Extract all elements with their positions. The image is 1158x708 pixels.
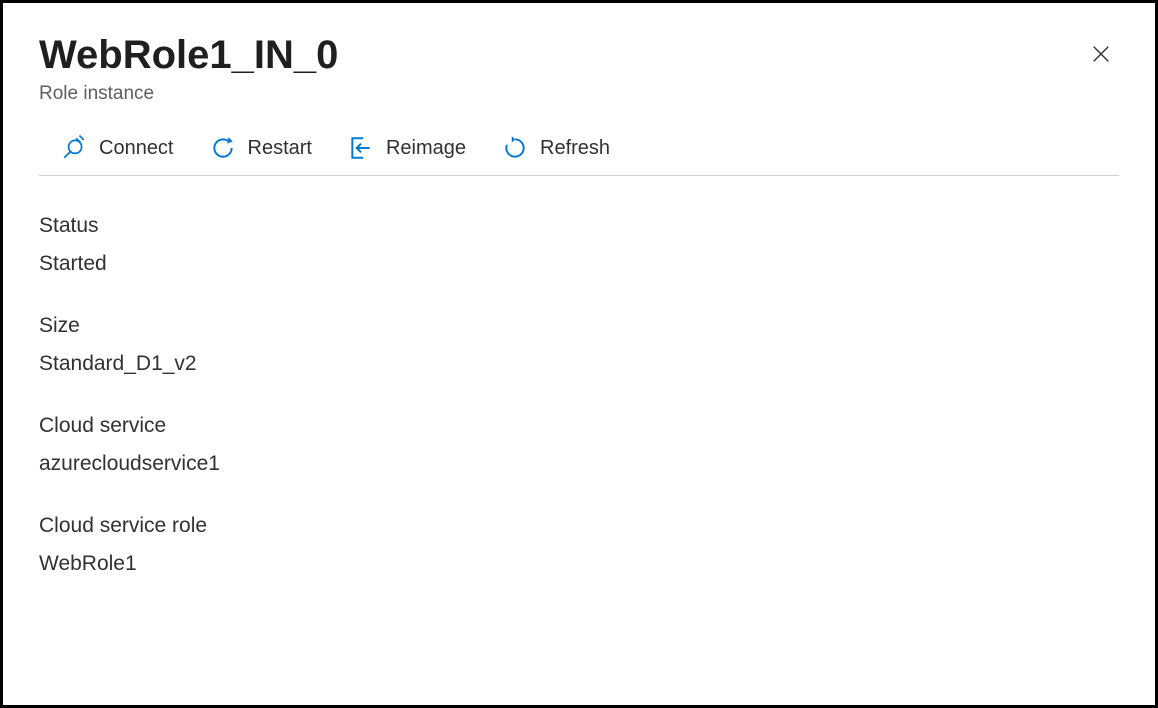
details-section: Status Started Size Standard_D1_v2 Cloud…	[39, 214, 1119, 576]
close-icon	[1090, 43, 1112, 68]
field-status: Status Started	[39, 214, 1119, 276]
refresh-button[interactable]: Refresh	[502, 135, 610, 161]
connect-button[interactable]: Connect	[61, 135, 174, 161]
restart-icon	[210, 135, 236, 161]
field-cloud-service-role: Cloud service role WebRole1	[39, 514, 1119, 576]
field-size: Size Standard_D1_v2	[39, 314, 1119, 376]
title-block: WebRole1_IN_0 Role instance	[39, 31, 338, 105]
refresh-icon	[502, 135, 528, 161]
reimage-icon	[348, 135, 374, 161]
field-cloud-service: Cloud service azurecloudservice1	[39, 414, 1119, 476]
status-value: Started	[39, 252, 1119, 276]
reimage-button[interactable]: Reimage	[348, 135, 466, 161]
restart-button[interactable]: Restart	[210, 135, 312, 161]
refresh-label: Refresh	[540, 137, 610, 160]
cloud-service-role-label: Cloud service role	[39, 514, 1119, 538]
cloud-service-role-value: WebRole1	[39, 552, 1119, 576]
close-button[interactable]	[1083, 37, 1119, 73]
page-subtitle: Role instance	[39, 83, 338, 105]
size-value: Standard_D1_v2	[39, 352, 1119, 376]
status-label: Status	[39, 214, 1119, 238]
blade-header: WebRole1_IN_0 Role instance	[39, 31, 1119, 105]
restart-label: Restart	[248, 137, 312, 160]
connect-icon	[61, 135, 87, 161]
connect-label: Connect	[99, 137, 174, 160]
command-bar: Connect Restart Reimage Refresh	[39, 135, 1119, 176]
cloud-service-label: Cloud service	[39, 414, 1119, 438]
reimage-label: Reimage	[386, 137, 466, 160]
page-title: WebRole1_IN_0	[39, 31, 338, 79]
cloud-service-value: azurecloudservice1	[39, 452, 1119, 476]
size-label: Size	[39, 314, 1119, 338]
